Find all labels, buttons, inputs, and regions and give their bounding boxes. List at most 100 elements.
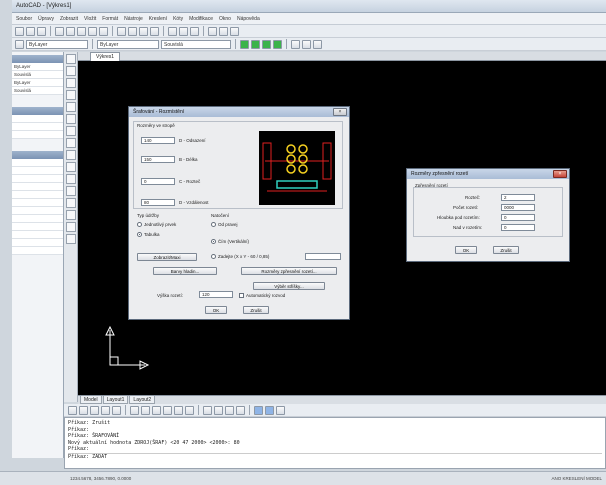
type-single-radio[interactable] <box>137 222 142 227</box>
palette-row[interactable] <box>12 167 63 175</box>
color-combo[interactable]: ByLayer <box>97 39 159 49</box>
help-icon[interactable] <box>230 26 239 36</box>
menu-item[interactable]: Kóty <box>173 16 183 22</box>
arc-tool-icon[interactable] <box>66 102 76 112</box>
document-tab[interactable]: Výkres1 <box>90 52 121 61</box>
point-tool-icon[interactable] <box>66 162 76 172</box>
above-field[interactable]: 0 <box>501 224 535 231</box>
palette-row[interactable] <box>12 123 63 131</box>
dimension-icon[interactable] <box>254 405 263 415</box>
erase-icon[interactable] <box>68 405 77 415</box>
menu-item[interactable]: Úpravy <box>38 16 54 22</box>
fillet-icon[interactable] <box>225 405 234 415</box>
leader-icon[interactable] <box>276 405 285 415</box>
layer-colors-button[interactable]: Barvy hladin... <box>153 267 217 275</box>
palette-row[interactable] <box>12 207 63 215</box>
palette-row[interactable] <box>12 199 63 207</box>
custom-size-radio[interactable] <box>211 254 216 259</box>
tab-model[interactable]: Model <box>80 396 102 404</box>
close-icon[interactable]: × <box>333 108 347 116</box>
palette-row[interactable]: Souvislá <box>12 71 63 79</box>
properties-icon[interactable] <box>168 26 177 36</box>
command-input[interactable]: Příkaz: ZADAT <box>68 452 602 461</box>
count-field[interactable]: 0000 <box>501 204 535 211</box>
mirror-icon[interactable] <box>90 405 99 415</box>
palette-row[interactable] <box>12 159 63 167</box>
palette-row[interactable] <box>12 231 63 239</box>
polyline-tool-icon[interactable] <box>66 66 76 76</box>
auto-distribution-checkbox[interactable] <box>239 293 244 298</box>
palette-row[interactable] <box>12 239 63 247</box>
green-dot-icon[interactable] <box>251 39 260 49</box>
layer-manager-icon[interactable] <box>15 39 24 49</box>
copy-icon[interactable] <box>88 26 97 36</box>
palette-row[interactable]: ByLayer <box>12 63 63 71</box>
tab-layout1[interactable]: Layout1 <box>102 396 129 404</box>
layer-icon[interactable] <box>208 26 217 36</box>
line-tool-icon[interactable] <box>66 54 76 64</box>
menu-item[interactable]: Modifikace <box>189 16 213 22</box>
palette-row[interactable] <box>12 247 63 255</box>
paste-icon[interactable] <box>99 26 108 36</box>
break-icon[interactable] <box>203 405 212 415</box>
spacing-field[interactable]: 0 <box>141 178 175 185</box>
design-center-icon[interactable] <box>179 26 188 36</box>
menu-item[interactable]: Nástroje <box>124 16 143 22</box>
move-icon[interactable] <box>130 405 139 415</box>
length-field[interactable]: 150 <box>141 156 175 163</box>
preview-icon[interactable] <box>66 26 75 36</box>
cancel-button[interactable]: Zrušit <box>243 306 269 314</box>
menu-item[interactable]: Zobrazit <box>60 16 78 22</box>
palette-row[interactable] <box>12 131 63 139</box>
dimensions-button[interactable]: Rozměry zpřesnění rozetí... <box>241 267 337 275</box>
palette-row[interactable] <box>12 115 63 123</box>
linetype-combo[interactable]: Souvislá <box>161 39 231 49</box>
circle-tool-icon[interactable] <box>66 114 76 124</box>
mtext-tool-icon[interactable] <box>66 210 76 220</box>
spline-tool-icon[interactable] <box>66 126 76 136</box>
cut-icon[interactable] <box>77 26 86 36</box>
cancel-button[interactable]: Zrušit <box>493 246 519 254</box>
menu-item[interactable]: Soubor <box>16 16 32 22</box>
menu-item[interactable]: Formát <box>102 16 118 22</box>
copy-tool-icon[interactable] <box>66 234 76 244</box>
menu-item[interactable]: Kreslení <box>149 16 167 22</box>
green-dot-icon[interactable] <box>273 39 282 49</box>
palette-row[interactable] <box>12 215 63 223</box>
select-button[interactable]: Výběr stříšky... <box>253 282 325 290</box>
rotation-vertical-radio[interactable] <box>211 239 216 244</box>
palette-row[interactable]: Souvislá <box>12 87 63 95</box>
table-tool-icon[interactable] <box>66 198 76 208</box>
new-icon[interactable] <box>15 26 24 36</box>
tool-palette-icon[interactable] <box>190 26 199 36</box>
height-field[interactable]: 120 <box>199 291 233 298</box>
pan-icon[interactable] <box>139 26 148 36</box>
status-modes[interactable]: ANO KRESLENÍ MODEL <box>551 472 602 485</box>
offset-field[interactable]: 140 <box>141 137 175 144</box>
dimension-icon[interactable] <box>265 405 274 415</box>
distance-field[interactable]: 80 <box>141 199 175 206</box>
ok-button[interactable]: OK <box>455 246 477 254</box>
custom-size-field[interactable] <box>305 253 341 260</box>
copy-object-icon[interactable] <box>79 405 88 415</box>
palette-row[interactable] <box>12 223 63 231</box>
command-line[interactable]: Příkaz: Zrušit Příkaz: Příkaz: ŠRAFOVÁNÍ… <box>64 417 606 469</box>
array-icon[interactable] <box>112 405 121 415</box>
menu-item[interactable]: Nápověda <box>237 16 260 22</box>
scale-icon[interactable] <box>152 405 161 415</box>
menu-item[interactable]: Vložit <box>84 16 96 22</box>
block-tool-icon[interactable] <box>66 150 76 160</box>
print-icon[interactable] <box>55 26 64 36</box>
chamfer-icon[interactable] <box>214 405 223 415</box>
polygon-tool-icon[interactable] <box>66 78 76 88</box>
stretch-icon[interactable] <box>163 405 172 415</box>
hatch-tool-icon[interactable] <box>66 174 76 184</box>
close-icon[interactable]: × <box>553 170 567 178</box>
trim-icon[interactable] <box>174 405 183 415</box>
display-button[interactable]: Zobrazit/Maxi <box>137 253 197 261</box>
ok-button[interactable]: OK <box>205 306 227 314</box>
pitch-field[interactable]: 2 <box>501 194 535 201</box>
extend-icon[interactable] <box>185 405 194 415</box>
rectangle-tool-icon[interactable] <box>66 90 76 100</box>
region-tool-icon[interactable] <box>66 186 76 196</box>
